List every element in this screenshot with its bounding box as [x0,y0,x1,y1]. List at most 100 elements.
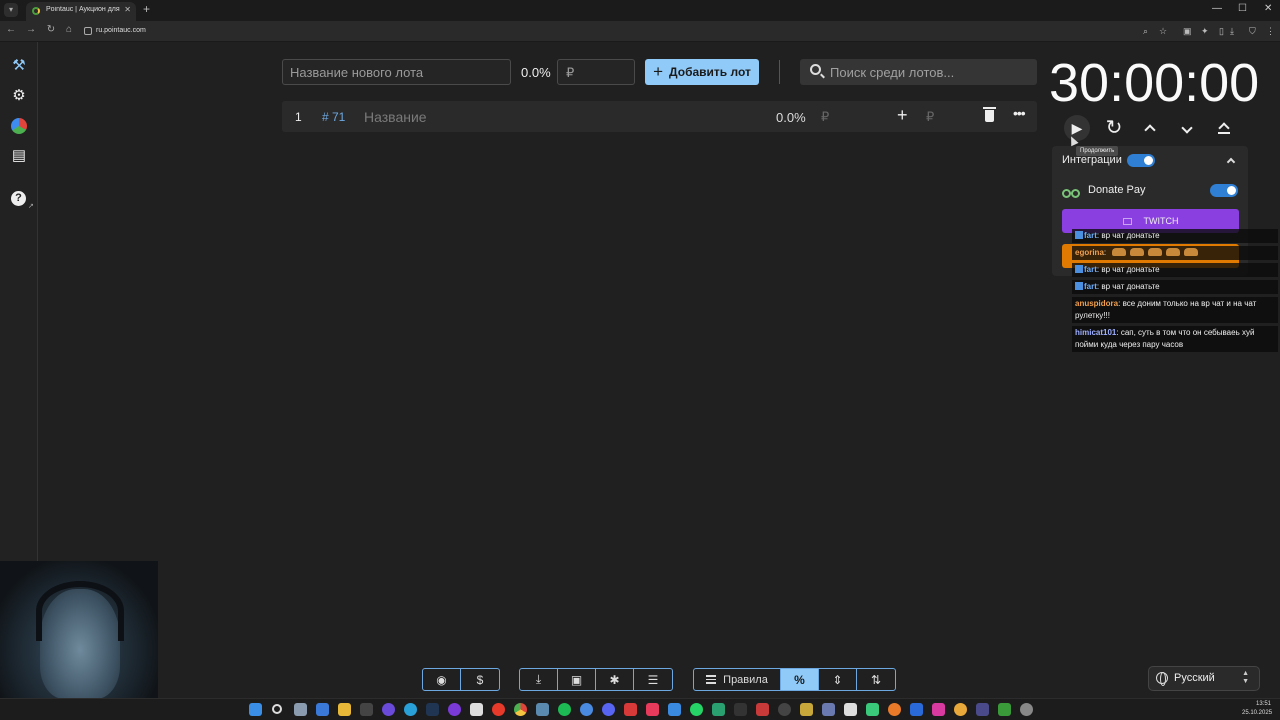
app-icon[interactable] [360,703,373,716]
github-icon[interactable]: ◉ [423,669,461,690]
rules-label: Правила [723,673,768,686]
compress-icon[interactable]: ⇕ [819,669,857,690]
lot-amount-field[interactable]: ₽ [821,109,829,125]
app-icon[interactable] [976,703,989,716]
chevron-up-icon[interactable] [1137,115,1163,141]
more-icon[interactable]: ••• [1013,105,1026,121]
app-icon[interactable] [800,703,813,716]
address-bar[interactable]: ru.pointauc.com [96,27,146,34]
settings-gear-icon[interactable]: ⚙ [9,86,29,106]
trash-icon[interactable] [983,107,996,122]
tab-close-icon[interactable]: ✕ [124,5,131,14]
app-icon[interactable] [316,703,329,716]
steam-icon[interactable] [426,703,439,716]
minecraft-icon[interactable] [998,703,1011,716]
new-tab-icon[interactable]: + [143,2,150,16]
lot-add-amount-field[interactable]: ₽ [926,109,934,125]
maximize-icon[interactable]: ☐ [1238,3,1247,14]
browser-tab[interactable]: Pointauc | Аукцион для стримеров ✕ [26,2,136,21]
search-input[interactable] [830,59,1030,85]
app-icon[interactable] [910,703,923,716]
folder-icon[interactable] [338,703,351,716]
app-icon[interactable] [536,703,549,716]
app-icon[interactable] [954,703,967,716]
auction-gavel-icon[interactable]: ⚒ [9,56,29,76]
lot-row[interactable]: 1 # 71 Название 0.0% ₽ + ₽ ••• [282,101,1037,132]
spotify-icon[interactable] [558,703,571,716]
help-icon[interactable]: ? [9,189,29,209]
zoom-icon[interactable]: ⌕ [1143,26,1148,37]
chat-username: himicat101 [1075,328,1117,337]
history-clipboard-icon[interactable]: ▤ [9,146,29,166]
app-icon[interactable] [668,703,681,716]
burger-emote-icon [1166,248,1181,256]
app-icon[interactable] [1020,703,1033,716]
discord-icon[interactable] [602,703,615,716]
tab-search-icon[interactable]: ▾ [4,3,18,17]
calendar-icon[interactable] [470,703,483,716]
app-icon[interactable] [448,703,461,716]
search-icon[interactable] [272,704,282,714]
whatsapp-icon[interactable] [690,703,703,716]
reload-icon[interactable]: ↻ [44,24,58,35]
new-lot-name-input[interactable] [282,59,511,85]
music-icon[interactable] [646,703,659,716]
sidebar-icon[interactable]: ▯ [1219,26,1224,37]
sort-icon[interactable]: ⇅ [857,669,895,690]
back-icon[interactable]: ← [4,24,18,35]
app-icon[interactable] [866,703,879,716]
percent-toggle-button[interactable]: % [781,669,819,690]
chevron-down-icon[interactable] [1174,115,1200,141]
window-close-icon[interactable]: ✕ [1264,3,1272,14]
download-icon[interactable]: ⤓ [520,669,558,690]
app-icon[interactable] [712,703,725,716]
burger-emote-icon [1184,248,1199,256]
integrations-toggle[interactable] [1127,154,1155,167]
task-view-icon[interactable] [294,703,307,716]
bookmark-star-icon[interactable]: ☆ [1159,26,1167,37]
site-info-icon[interactable] [84,27,92,35]
app-icon[interactable] [778,703,791,716]
download-icon[interactable]: ⤓ [1230,26,1234,37]
bug-icon[interactable]: ✱ [596,669,634,690]
dollar-icon[interactable]: $ [461,669,499,690]
chrome-icon[interactable] [514,703,527,716]
firefox-icon[interactable] [888,703,901,716]
donatepay-logo-icon [1062,186,1080,198]
chevron-up-icon[interactable] [1226,157,1236,167]
language-select[interactable]: Русский ▲ ▼ [1148,666,1260,691]
minimize-icon[interactable]: — [1212,3,1222,14]
clear-list-icon[interactable]: ☰ [634,669,672,690]
app-icon[interactable] [932,703,945,716]
extension-icon[interactable]: ▣ [1183,26,1192,37]
menu-icon[interactable]: ⋮ [1266,26,1275,37]
add-lot-label: Добавить лот [669,65,751,79]
terminal-icon[interactable] [734,703,747,716]
home-icon[interactable]: ⌂ [62,24,76,35]
save-icon[interactable]: ▣ [558,669,596,690]
app-icon[interactable] [844,703,857,716]
stats-pie-icon[interactable] [9,116,29,136]
rules-button[interactable]: Правила [694,669,781,690]
shield-icon[interactable]: ⛉ [1249,26,1256,37]
forward-icon[interactable]: → [24,24,38,35]
app-icon[interactable] [756,703,769,716]
lot-name[interactable]: Название [364,109,427,125]
start-icon[interactable] [249,703,262,716]
reset-icon[interactable]: ↻ [1101,115,1127,141]
twitch-icon [1122,218,1132,226]
new-lot-amount-input[interactable] [557,59,635,85]
telegram-icon[interactable] [404,703,417,716]
add-lot-button[interactable]: + Добавить лот [645,59,759,85]
app-icon[interactable] [382,703,395,716]
app-icon[interactable] [624,703,637,716]
search-box[interactable] [800,59,1037,85]
eject-icon[interactable] [1211,115,1237,141]
lot-id[interactable]: # 71 [322,110,345,124]
app-icon[interactable] [580,703,593,716]
yandex-icon[interactable] [492,703,505,716]
donatepay-toggle[interactable] [1210,184,1238,197]
add-amount-icon[interactable]: + [897,105,908,126]
app-icon[interactable] [822,703,835,716]
puzzle-icon[interactable]: ✦ [1201,26,1209,37]
